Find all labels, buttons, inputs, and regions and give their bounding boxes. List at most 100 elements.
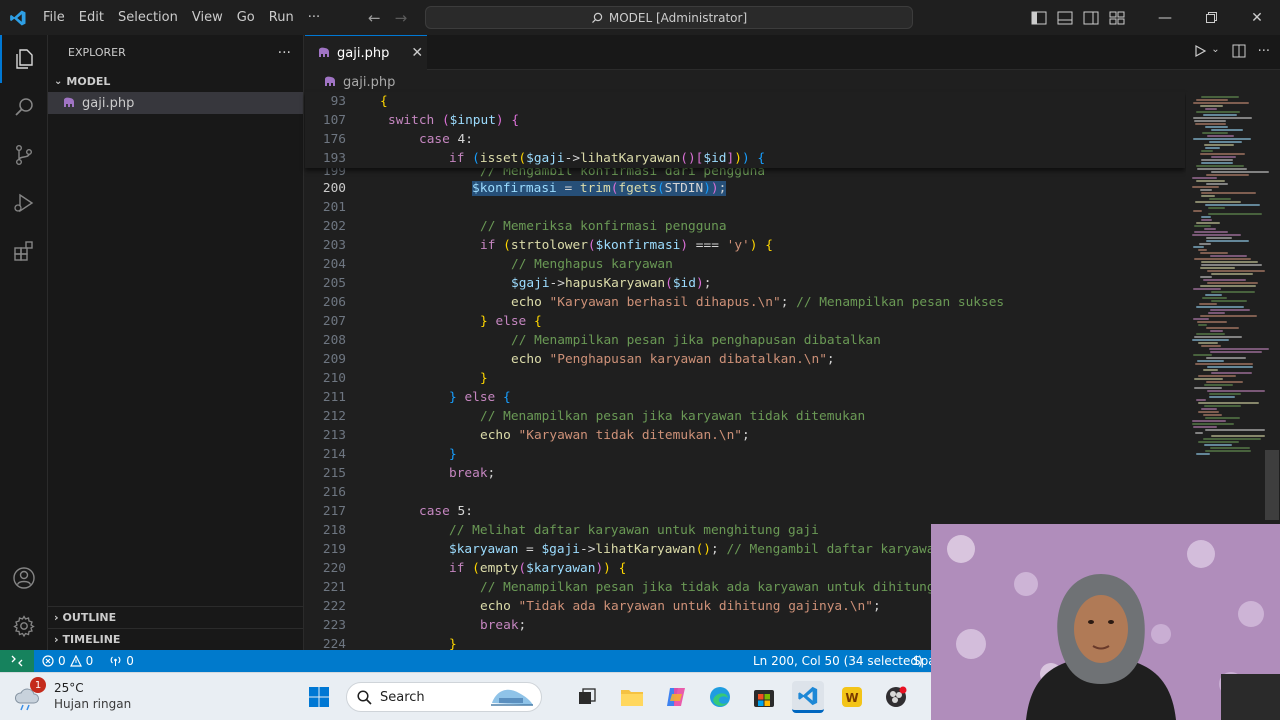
cursor-position[interactable]: Ln 200, Col 50 (34 selected) xyxy=(745,654,931,668)
chevron-down-icon: ⌄ xyxy=(54,75,63,87)
sticky-line[interactable]: 93 { xyxy=(305,92,1185,111)
task-view-icon[interactable] xyxy=(571,681,603,713)
minimap-line xyxy=(1201,216,1211,218)
minimap-line xyxy=(1198,342,1218,344)
toggle-secondary-sidebar-icon[interactable] xyxy=(1078,0,1104,35)
command-center[interactable]: MODEL [Administrator] xyxy=(425,6,913,29)
copilot-icon[interactable] xyxy=(660,681,692,713)
run-dropdown-chevron-icon[interactable]: ⌄ xyxy=(1211,44,1219,62)
minimap-line xyxy=(1203,114,1237,116)
keyword-token: echo xyxy=(511,295,542,310)
sticky-scroll-header[interactable]: 93{ 107 switch ($input) { 176 case 4: 193 i… xyxy=(305,92,1185,168)
edge-browser-icon[interactable] xyxy=(704,681,736,713)
accounts-icon[interactable] xyxy=(0,554,48,602)
line-number: 218 xyxy=(322,523,346,538)
menu-file[interactable]: File xyxy=(36,10,72,25)
weather-widget[interactable]: 1 25°C Hujan ringan xyxy=(12,677,132,713)
minimap-line xyxy=(1206,237,1232,239)
close-tab-icon[interactable]: ✕ xyxy=(411,45,423,61)
ports-status[interactable]: 0 xyxy=(101,654,142,668)
back-arrow-icon[interactable]: ← xyxy=(368,9,381,27)
minimap-line xyxy=(1211,156,1236,158)
outline-section[interactable]: › OUTLINE xyxy=(48,606,304,628)
minimap-line xyxy=(1193,138,1251,140)
line-number: 223 xyxy=(322,618,346,633)
menu-view[interactable]: View xyxy=(185,10,230,25)
explorer-icon[interactable] xyxy=(0,35,48,83)
minimap-line xyxy=(1200,315,1257,317)
run-file-icon[interactable] xyxy=(1193,44,1207,62)
start-button[interactable] xyxy=(303,681,335,713)
explorer-more-button[interactable]: ··· xyxy=(278,45,291,61)
sticky-line[interactable]: 193 if (isset($gaji->lihatKaryawan()[$id]… xyxy=(305,149,1185,168)
minimap-line xyxy=(1201,159,1233,161)
remote-indicator[interactable] xyxy=(0,650,34,672)
minimap-line xyxy=(1210,351,1262,353)
minimap-line xyxy=(1195,123,1226,125)
obs-studio-icon[interactable] xyxy=(880,681,912,713)
microsoft-store-icon[interactable] xyxy=(748,681,780,713)
file-gaji-php[interactable]: gaji.php xyxy=(48,92,303,114)
settings-gear-icon[interactable] xyxy=(0,602,48,650)
menu-more[interactable]: ··· xyxy=(301,10,327,25)
weather-description: Hujan ringan xyxy=(54,697,132,711)
breadcrumb-file[interactable]: gaji.php xyxy=(343,75,395,90)
webcam-presenter-image xyxy=(931,524,1280,720)
menu-selection[interactable]: Selection xyxy=(111,10,185,25)
folder-model[interactable]: ⌄ MODEL xyxy=(48,70,303,92)
comment-token: // Menampilkan pesan jika karyawan tidak… xyxy=(480,409,866,424)
minimap-line xyxy=(1205,294,1222,296)
outline-label: OUTLINE xyxy=(62,611,117,624)
minimap-line xyxy=(1208,207,1225,209)
toggle-primary-sidebar-icon[interactable] xyxy=(1026,0,1052,35)
extensions-icon[interactable] xyxy=(0,227,48,275)
close-window-button[interactable]: ✕ xyxy=(1234,0,1280,35)
minimap-line xyxy=(1196,399,1206,401)
minimap-line xyxy=(1206,240,1249,242)
winrar-icon[interactable]: W xyxy=(836,681,868,713)
windows-logo-icon xyxy=(309,687,329,707)
minimap-line xyxy=(1211,435,1265,437)
run-debug-icon[interactable] xyxy=(0,179,48,227)
tab-label: gaji.php xyxy=(337,45,390,61)
function-token: trim xyxy=(579,181,611,196)
menu-go[interactable]: Go xyxy=(230,10,262,25)
menu-run[interactable]: Run xyxy=(262,10,301,25)
minimize-button[interactable]: — xyxy=(1142,0,1188,35)
taskbar-search[interactable]: Search xyxy=(346,682,542,712)
forward-arrow-icon[interactable]: → xyxy=(395,9,408,27)
comment-token: // Mengambil daftar karyawa xyxy=(726,542,935,557)
minimap-line xyxy=(1200,285,1256,287)
minimap-line xyxy=(1206,357,1246,359)
error-icon xyxy=(42,655,54,667)
function-token: lihatKaryawan xyxy=(580,151,681,166)
sticky-line[interactable]: 107 switch ($input) { xyxy=(305,111,1185,130)
more-actions-icon[interactable]: ··· xyxy=(1258,44,1270,62)
tab-gaji-php[interactable]: gaji.php ✕ xyxy=(305,35,427,70)
vertical-scrollbar[interactable] xyxy=(1265,450,1279,520)
menu-bar: File Edit Selection View Go Run ··· xyxy=(36,10,327,25)
minimap-line xyxy=(1206,183,1228,185)
title-bar: File Edit Selection View Go Run ··· ← → … xyxy=(0,0,1280,35)
menu-edit[interactable]: Edit xyxy=(72,10,111,25)
minimap-line xyxy=(1193,210,1202,212)
minimap-line xyxy=(1196,222,1220,224)
search-activity-icon[interactable] xyxy=(0,83,48,131)
customize-layout-icon[interactable] xyxy=(1104,0,1130,35)
split-editor-icon[interactable] xyxy=(1232,44,1246,62)
line-number: 210 xyxy=(322,371,346,386)
keyword-token: echo xyxy=(480,428,511,443)
toggle-panel-icon[interactable] xyxy=(1052,0,1078,35)
sticky-line[interactable]: 176 case 4: xyxy=(305,130,1185,149)
php-elephant-icon xyxy=(319,47,329,57)
line-number: 211 xyxy=(322,390,346,405)
vscode-taskbar-icon[interactable] xyxy=(792,681,824,713)
restore-button[interactable] xyxy=(1188,0,1234,35)
keyword-token: echo xyxy=(511,352,542,367)
minimap-line xyxy=(1211,300,1247,302)
minimap-line xyxy=(1204,228,1216,230)
file-explorer-icon[interactable] xyxy=(616,681,648,713)
source-control-icon[interactable] xyxy=(0,131,48,179)
problems-status[interactable]: 0 0 xyxy=(34,654,101,668)
timeline-section[interactable]: › TIMELINE xyxy=(48,628,304,650)
